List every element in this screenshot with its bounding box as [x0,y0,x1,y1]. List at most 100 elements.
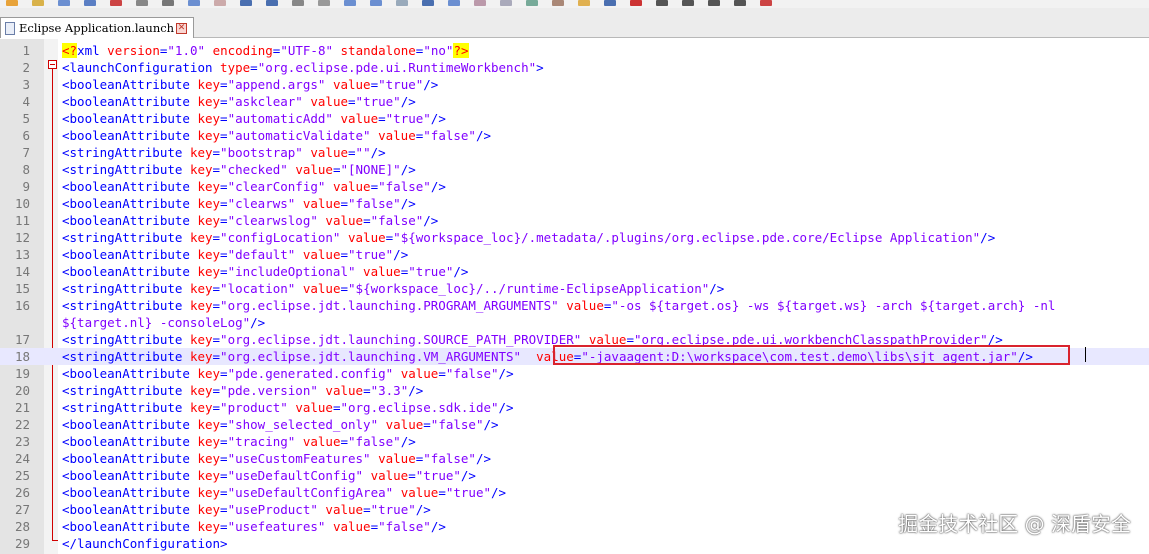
token: key [189,145,213,160]
save-icon[interactable] [58,0,70,6]
token: /> [400,196,416,211]
copy-icon[interactable] [188,0,200,6]
token: value [400,366,439,381]
new-file-icon[interactable] [6,0,18,6]
code-line[interactable]: 25 <booleanAttribute key="useDefaultConfi… [0,467,1149,484]
function-list-icon[interactable] [552,0,564,6]
line-number: 25 [14,468,30,483]
code-line[interactable]: 1 <?xml version="1.0" encoding="UTF-8" st… [0,42,1149,59]
token: /> [498,366,514,381]
code-line[interactable]: 16 <stringAttribute key="org.eclipse.jdt.… [0,297,1149,314]
token: "true" [445,485,492,500]
code-line[interactable]: 8 <stringAttribute key="checked" value="[… [0,161,1149,178]
token: "true" [370,502,416,517]
token: key [197,417,221,432]
code-line[interactable]: 21 <stringAttribute key="product" value="… [0,399,1149,416]
token: "useDefaultConfig" [227,468,364,483]
code-text: <stringAttribute key="product" value="or… [62,399,514,416]
show-all-chars-icon[interactable] [448,0,460,6]
code-line[interactable]: 23 <booleanAttribute key="tracing" value=… [0,433,1149,450]
save-all-icon[interactable] [84,0,96,6]
code-text: <booleanAttribute key="askclear" value="… [62,93,416,110]
token: "checked" [220,162,288,177]
user-lang-icon[interactable] [500,0,512,6]
sync-scroll-icon[interactable] [396,0,408,6]
doc-map-icon[interactable] [526,0,538,6]
code-line[interactable]: 20 <stringAttribute key="pde.version" val… [0,382,1149,399]
token: = [378,111,386,126]
token: "true" [415,468,461,483]
find-icon[interactable] [292,0,304,6]
token: <booleanAttribute [62,111,198,126]
token: <booleanAttribute [62,434,198,449]
code-line[interactable]: 3 <booleanAttribute key="append.args" val… [0,76,1149,93]
token: "tracing" [227,434,296,449]
token: "show_selected_only" [227,417,379,432]
line-number: 2 [22,60,30,75]
code-line[interactable]: 7 <stringAttribute key="bootstrap" value=… [0,144,1149,161]
token: key [197,213,221,228]
code-line[interactable]: 6 <booleanAttribute key="automaticValidat… [0,127,1149,144]
token: key [189,162,213,177]
code-line[interactable]: 4 <booleanAttribute key="askclear" value=… [0,93,1149,110]
code-line[interactable]: 2 <launchConfiguration type="org.eclipse.… [0,59,1149,76]
play-macro-icon[interactable] [682,0,694,6]
tab-eclipse-application-launch[interactable]: Eclipse Application.launch ✕ [0,17,194,38]
token: "org.eclipse.pde.ui.RuntimeWorkbench" [257,60,537,75]
code-editor[interactable]: 1 <?xml version="1.0" encoding="UTF-8" st… [0,39,1149,554]
code-line[interactable]: 10 <booleanAttribute key="clearws" value=… [0,195,1149,212]
code-line[interactable]: 13 <booleanAttribute key="default" value=… [0,246,1149,263]
token: "" [355,145,371,160]
stop-macro-icon[interactable] [656,0,668,6]
record-macro-icon[interactable] [630,0,642,6]
code-line[interactable]: 11 <booleanAttribute key="clearwslog" val… [0,212,1149,229]
replace-icon[interactable] [318,0,330,6]
run-macro-icon[interactable] [708,0,720,6]
monitor-icon[interactable] [604,0,616,6]
line-number: 24 [14,451,30,466]
code-line[interactable]: 9 <booleanAttribute key="clearConfig" val… [0,178,1149,195]
undo-icon[interactable] [240,0,252,6]
close-icon[interactable] [110,0,122,6]
code-text: <stringAttribute key="org.eclipse.jdt.la… [62,297,1055,314]
token: /> [709,281,725,296]
token: "org.eclipse.jdt.launching.SOURCE_PATH_P… [220,332,582,347]
spell-check-icon[interactable] [760,0,772,6]
code-line[interactable]: 5 <booleanAttribute key="automaticAdd" va… [0,110,1149,127]
code-text: <booleanAttribute key="clearConfig" valu… [62,178,446,195]
token: encoding [212,43,273,58]
token: "org.eclipse.jdt.launching.VM_ARGUMENTS" [220,349,522,364]
code-line[interactable]: 19 <booleanAttribute key="pde.generated.c… [0,365,1149,382]
open-folder-icon[interactable] [32,0,44,6]
indent-guide-icon[interactable] [474,0,486,6]
code-line[interactable]: ${target.nl} -consoleLog"/> [0,314,1149,331]
save-macro-icon[interactable] [734,0,746,6]
token: key [197,111,221,126]
code-line[interactable]: 15 <stringAttribute key="location" value=… [0,280,1149,297]
line-number: 4 [22,94,30,109]
code-line[interactable]: 24 <booleanAttribute key="useCustomFeatur… [0,450,1149,467]
token: /> [423,77,439,92]
folder-workspace-icon[interactable] [578,0,590,6]
close-icon[interactable]: ✕ [176,22,188,34]
code-line[interactable]: 14 <booleanAttribute key="includeOptional… [0,263,1149,280]
code-line[interactable]: 26 <booleanAttribute key="useDefaultConfi… [0,484,1149,501]
token: "useProduct" [227,502,318,517]
code-line[interactable]: 12 <stringAttribute key="configLocation" … [0,229,1149,246]
redo-icon[interactable] [266,0,278,6]
paste-icon[interactable] [214,0,226,6]
code-line[interactable]: 29 </launchConfiguration> [0,535,1149,552]
token: /> [491,485,507,500]
token: <stringAttribute [62,383,190,398]
wrap-icon[interactable] [422,0,434,6]
cut-icon[interactable] [162,0,174,6]
token: "3.3" [370,383,409,398]
line-number: 1 [22,43,30,58]
zoom-out-icon[interactable] [370,0,382,6]
zoom-in-icon[interactable] [344,0,356,6]
code-line[interactable]: 22 <booleanAttribute key="show_selected_o… [0,416,1149,433]
token: "false" [370,213,424,228]
print-icon[interactable] [136,0,148,6]
